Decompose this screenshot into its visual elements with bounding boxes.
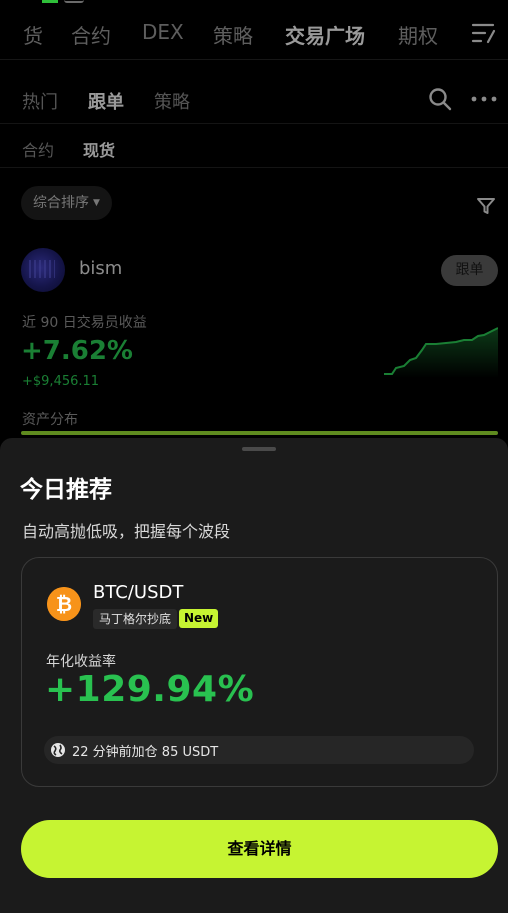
pnl-percent: +7.62% [21,336,133,366]
asset-allocation-bar [21,431,498,435]
top-nav-item-options[interactable]: 期权 [398,20,438,49]
trading-pair: BTC/USDT [93,582,184,603]
svg-text:₿: ₿ [56,592,72,616]
tab-spot[interactable]: 现货 [83,137,115,161]
top-nav-item-trading-square[interactable]: 交易广场 [285,20,365,49]
tab-strategy[interactable]: 策略 [154,88,190,114]
top-nav-item-futures[interactable]: 合约 [71,20,111,49]
top-nav-item-spot[interactable]: 货 [23,20,43,49]
activity-text: 22 分钟前加仓 85 USDT [72,745,219,760]
tab-futures[interactable]: 合约 [22,137,54,161]
sheet-drag-handle[interactable] [242,447,276,451]
tab-hot[interactable]: 热门 [22,88,58,114]
sheet-title: 今日推荐 [20,477,112,503]
menu-icon[interactable] [471,22,497,44]
tab-copy-trading[interactable]: 跟单 [88,88,124,114]
apy-value: +129.94% [45,669,255,710]
pnl-label: 近 90 日交易员收益 [22,315,147,331]
view-details-button[interactable]: 查看详情 [21,820,498,878]
activity-ticker: 22 分钟前加仓 85 USDT [44,736,474,764]
top-nav-item-dex[interactable]: DEX [142,20,184,44]
sheet-subtitle: 自动高抛低吸，把握每个波段 [22,522,231,541]
trader-name[interactable]: bism [79,258,122,279]
recommendation-card[interactable]: ₿ BTC/USDT 马丁格尔抄底 New 年化收益率 +129.94% 22 … [21,557,498,787]
asset-allocation-label: 资产分布 [22,412,78,428]
bitcoin-icon: ₿ [47,587,81,621]
pnl-amount: +$9,456.11 [22,374,100,389]
new-badge: New [179,609,219,628]
search-icon[interactable] [428,87,452,111]
recommendation-sheet: 今日推荐 自动高抛低吸，把握每个波段 ₿ BTC/USDT 马丁格尔抄底 New… [0,438,508,913]
apy-label: 年化收益率 [46,654,116,670]
market-type-tabs: 合约 现货 [0,124,508,168]
avatar[interactable] [21,248,65,292]
pnl-sparkline [384,327,498,378]
sort-dropdown[interactable]: 综合排序 ▼ [21,186,112,220]
filter-icon[interactable] [476,196,496,216]
more-icon[interactable] [470,89,498,109]
strategy-tag: 马丁格尔抄底 [93,609,178,629]
globe-icon [51,743,65,757]
top-nav-item-strategy[interactable]: 策略 [213,20,253,49]
sort-label: 综合排序 [33,195,89,211]
follow-button[interactable]: 跟单 [441,255,498,286]
caret-down-icon: ▼ [93,198,100,208]
sub-tabs: 热门 跟单 策略 [0,60,508,124]
top-nav: 货 合约 DEX 策略 交易广场 期权 [0,0,508,60]
